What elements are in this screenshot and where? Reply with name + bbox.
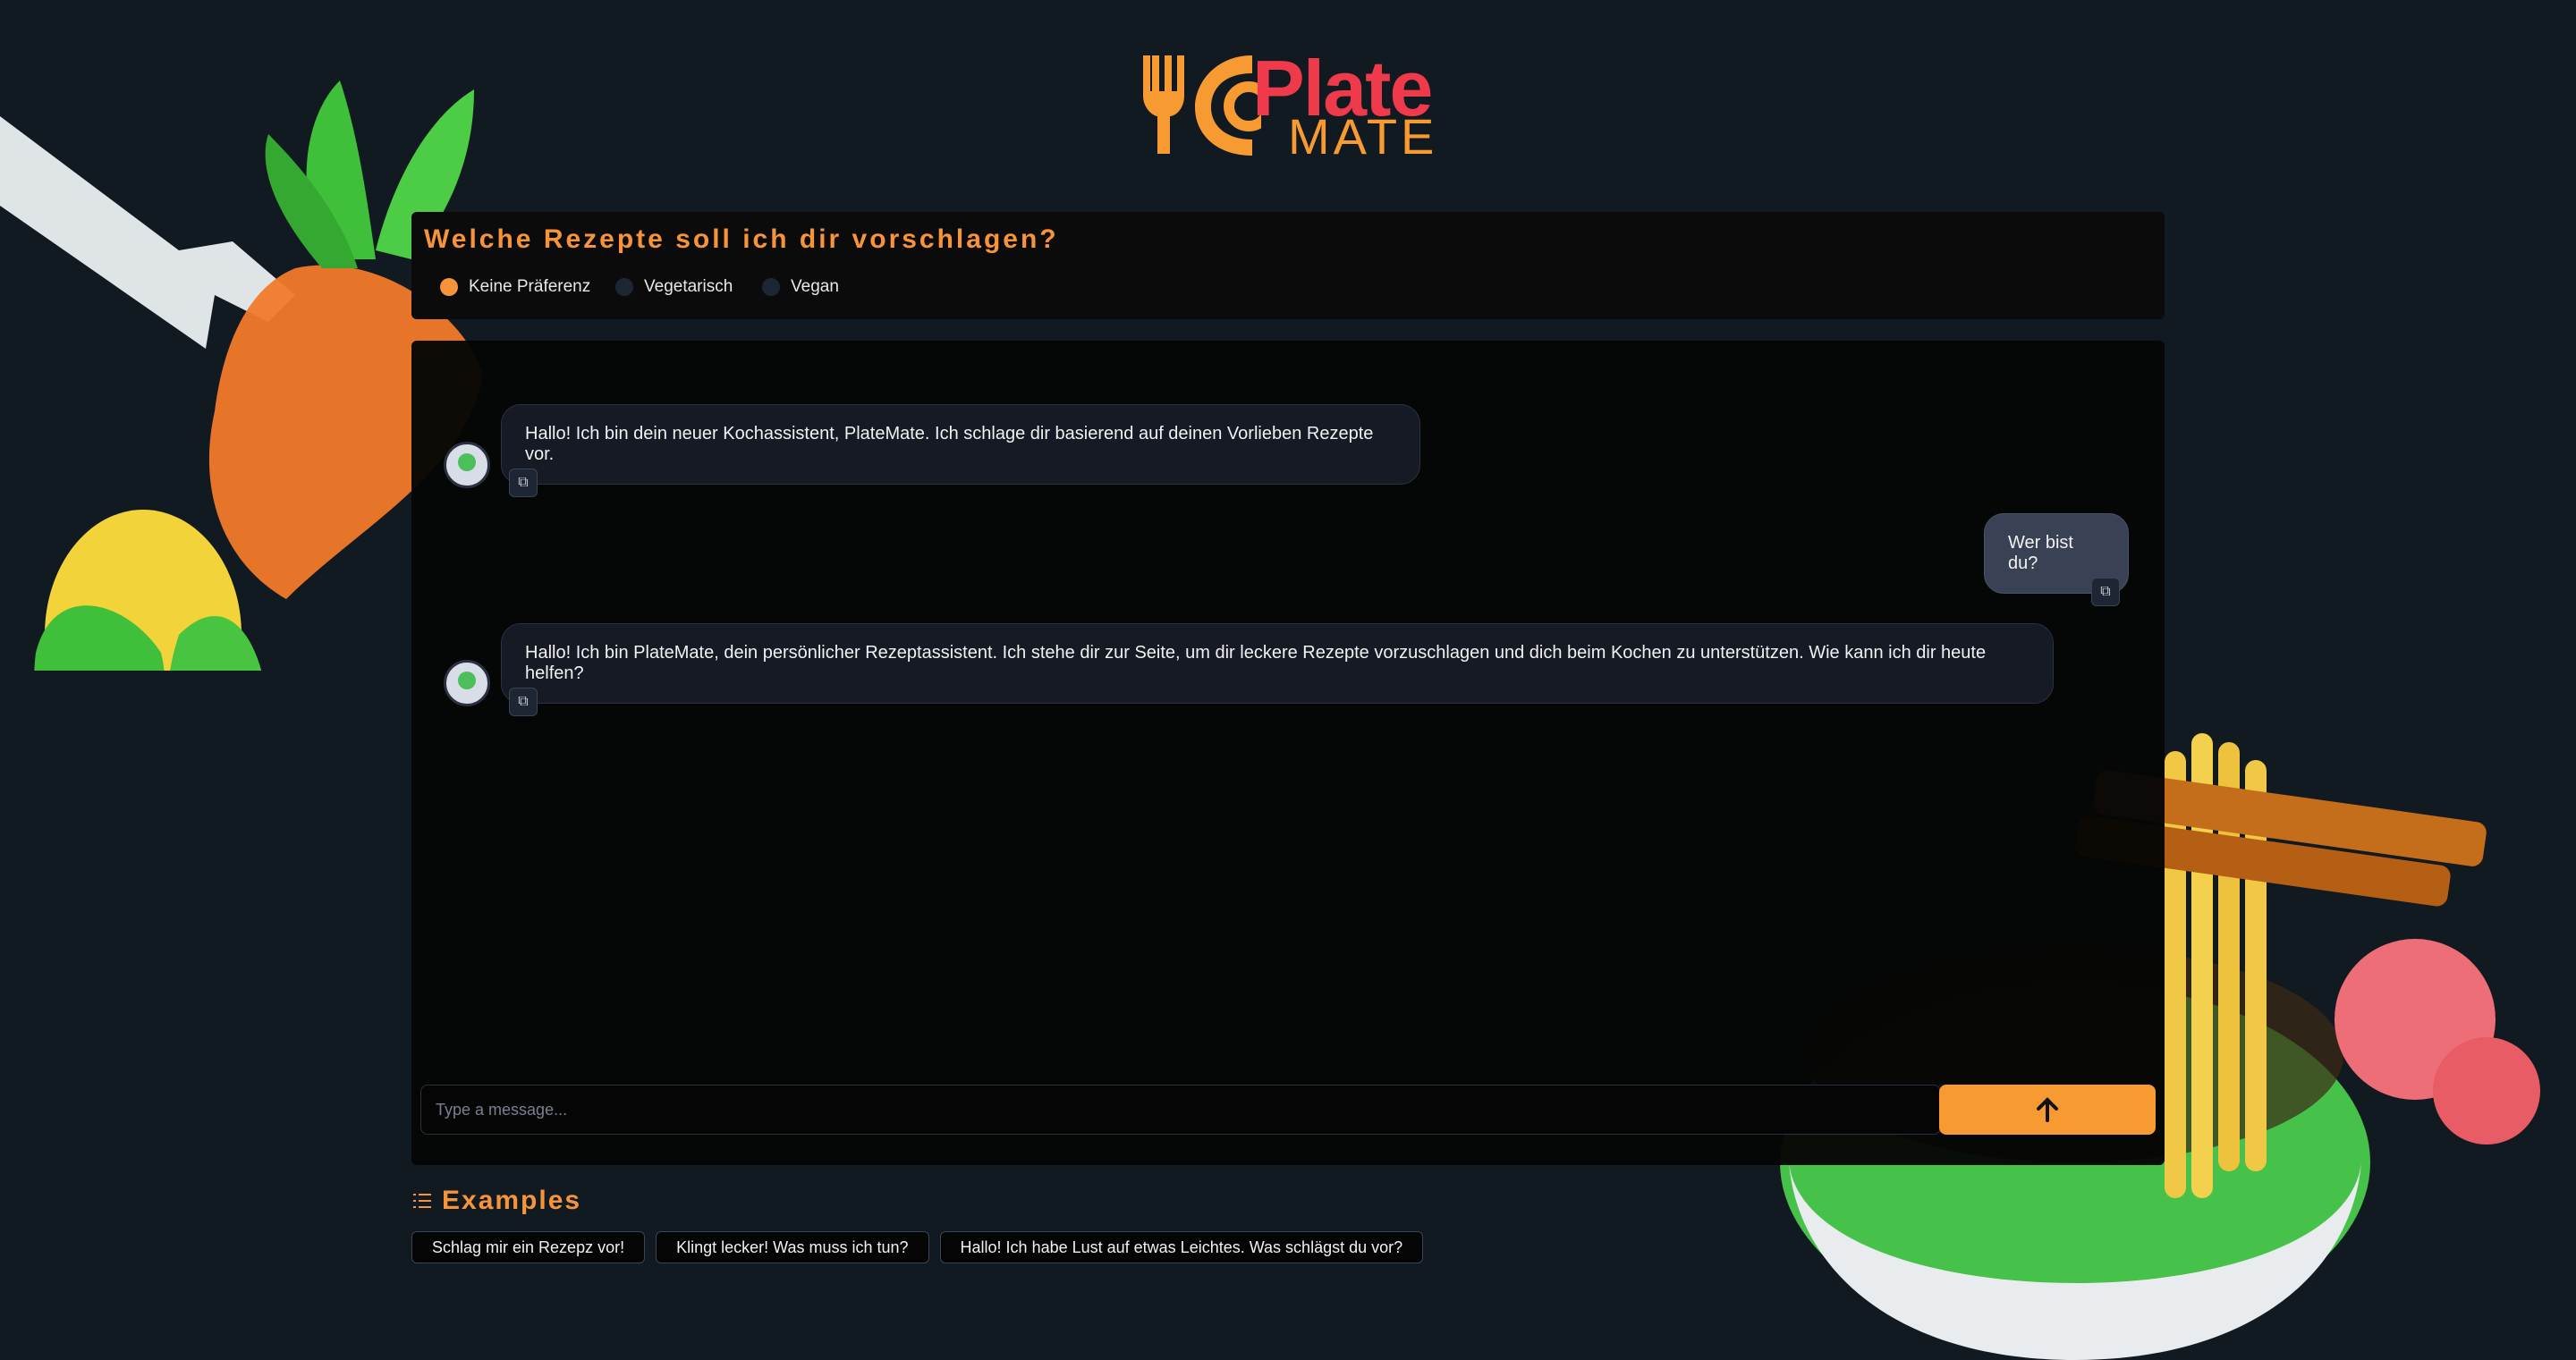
copy-icon[interactable]: ⧉ (509, 688, 538, 716)
radio-vegetarisch[interactable]: Vegetarisch (615, 277, 733, 297)
message-input-row (420, 1085, 2156, 1135)
bot-avatar (444, 442, 490, 488)
copy-icon[interactable]: ⧉ (509, 469, 538, 497)
radio-label: Vegetarisch (644, 277, 733, 296)
assistant-message: Hallo! Ich bin dein neuer Kochassistent,… (501, 404, 1420, 485)
list-icon (413, 1194, 431, 1208)
logo-text-mate: MATE (1288, 108, 1438, 165)
radio-keine-praeferenz[interactable]: Keine Präferenz (440, 277, 590, 297)
preference-title: Welche Rezepte soll ich dir vorschlagen? (424, 224, 1059, 254)
radio-label: Vegan (791, 277, 839, 296)
copy-icon[interactable]: ⧉ (2091, 578, 2120, 606)
examples-title: Examples (442, 1186, 582, 1215)
arrow-up-icon (2037, 1097, 2058, 1122)
radio-label: Keine Präferenz (469, 277, 591, 296)
platemate-logo: Plate MATE (1136, 44, 1449, 165)
examples-header: Examples (411, 1186, 581, 1216)
example-button[interactable]: Hallo! Ich habe Lust auf etwas Leichtes.… (939, 1231, 1424, 1263)
radio-unselected-icon[interactable] (615, 278, 633, 296)
radio-vegan[interactable]: Vegan (762, 277, 839, 297)
bot-avatar (444, 660, 490, 706)
assistant-message: Hallo! Ich bin PlateMate, dein persönlic… (501, 623, 2054, 704)
radio-unselected-icon[interactable] (762, 278, 780, 296)
example-button[interactable]: Klingt lecker! Was muss ich tun? (656, 1231, 929, 1263)
radio-selected-icon[interactable] (440, 278, 458, 296)
leaf-icon (458, 672, 476, 689)
leaf-icon (458, 453, 476, 471)
fork-plate-icon (1143, 55, 1261, 156)
send-button[interactable] (1939, 1085, 2156, 1135)
example-button[interactable]: Schlag mir ein Rezepz vor! (411, 1231, 646, 1263)
preference-panel: Welche Rezepte soll ich dir vorschlagen?… (411, 212, 2165, 319)
examples-list: Schlag mir ein Rezepz vor! Klingt lecker… (411, 1231, 1424, 1263)
message-input[interactable] (420, 1085, 1941, 1135)
